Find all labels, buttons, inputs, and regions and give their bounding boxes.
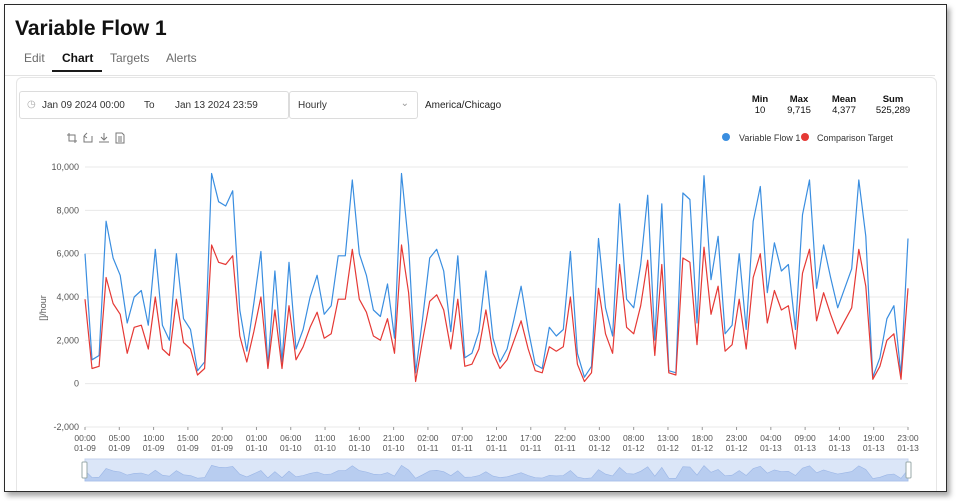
y-tick-label: 0 [74, 379, 79, 389]
download-icon[interactable] [99, 133, 109, 143]
x-tick-time: 19:00 [863, 433, 885, 443]
x-tick-date: 01-10 [383, 443, 405, 453]
x-tick-date: 01-12 [589, 443, 611, 453]
x-tick-time: 03:00 [589, 433, 611, 443]
x-tick-date: 01-13 [829, 443, 851, 453]
x-tick-time: 23:00 [726, 433, 748, 443]
app-window: Variable Flow 1 Edit Chart Targets Alert… [4, 4, 947, 492]
x-tick-time: 06:00 [280, 433, 302, 443]
x-tick-time: 09:00 [794, 433, 816, 443]
x-tick-time: 18:00 [692, 433, 714, 443]
x-tick-time: 23:00 [897, 433, 919, 443]
x-tick-date: 01-09 [143, 443, 165, 453]
legend-label-variable-flow-1: Variable Flow 1 [739, 133, 800, 143]
legend-item-comparison-target[interactable]: Comparison Target [801, 133, 893, 143]
x-tick-date: 01-11 [486, 443, 507, 453]
x-tick-time: 15:00 [177, 433, 199, 443]
y-axis-label: []/hour [38, 295, 48, 321]
x-tick-date: 01-09 [177, 443, 199, 453]
x-tick-time: 14:00 [829, 433, 851, 443]
x-tick-date: 01-11 [555, 443, 576, 453]
x-tick-date: 01-12 [623, 443, 645, 453]
y-tick-label: 10,000 [51, 162, 79, 172]
chart-legend: Variable Flow 1 Comparison Target [722, 133, 893, 143]
chart-toolbox [67, 132, 125, 144]
x-axis: 00:0001-0905:0001-0910:0001-0915:0001-09… [74, 427, 919, 453]
x-tick-time: 00:00 [74, 433, 96, 443]
legend-swatch-comparison-target [801, 133, 809, 141]
y-tick-label: -2,000 [53, 422, 79, 432]
x-tick-time: 11:00 [315, 433, 336, 443]
y-tick-label: 4,000 [56, 292, 79, 302]
x-tick-time: 02:00 [417, 433, 439, 443]
x-tick-date: 01-09 [108, 443, 130, 453]
x-tick-date: 01-11 [452, 443, 473, 453]
y-tick-label: 2,000 [56, 335, 79, 345]
x-tick-date: 01-09 [211, 443, 233, 453]
x-tick-date: 01-12 [726, 443, 748, 453]
x-tick-time: 04:00 [760, 433, 782, 443]
legend-label-comparison-target: Comparison Target [817, 133, 893, 143]
x-tick-date: 01-10 [246, 443, 268, 453]
x-tick-time: 10:00 [143, 433, 165, 443]
x-tick-date: 01-13 [897, 443, 919, 453]
x-tick-time: 13:00 [657, 433, 679, 443]
y-tick-label: 8,000 [56, 205, 79, 215]
x-tick-time: 17:00 [520, 433, 542, 443]
y-axis: 10,000 8,000 6,000 4,000 2,000 0 -2,000 [51, 162, 79, 432]
zoom-reset-icon[interactable] [83, 132, 93, 143]
x-tick-date: 01-10 [314, 443, 336, 453]
x-tick-date: 01-09 [74, 443, 96, 453]
x-tick-time: 16:00 [349, 433, 371, 443]
x-tick-date: 01-10 [348, 443, 370, 453]
series-line-variable-flow-1 [84, 172, 909, 378]
zoom-icon[interactable] [67, 133, 77, 143]
x-tick-date: 01-11 [520, 443, 541, 453]
slider-handle-right[interactable] [905, 461, 912, 479]
y-tick-label: 6,000 [56, 249, 79, 259]
chart-series [84, 172, 909, 383]
x-tick-date: 01-11 [417, 443, 438, 453]
x-tick-date: 01-13 [863, 443, 885, 453]
x-tick-date: 01-12 [691, 443, 713, 453]
data-zoom-slider[interactable] [81, 458, 912, 482]
x-tick-time: 20:00 [212, 433, 234, 443]
x-tick-time: 22:00 [554, 433, 576, 443]
x-tick-date: 01-10 [280, 443, 302, 453]
flow-chart: Variable Flow 1 Comparison Target []/hou… [38, 132, 919, 482]
x-tick-time: 21:00 [383, 433, 405, 443]
x-tick-time: 05:00 [109, 433, 131, 443]
x-tick-time: 07:00 [452, 433, 474, 443]
slider-handle-left[interactable] [81, 461, 88, 479]
x-tick-date: 01-13 [760, 443, 782, 453]
x-tick-date: 01-12 [657, 443, 679, 453]
data-view-icon[interactable] [115, 132, 125, 144]
x-tick-time: 08:00 [623, 433, 645, 443]
x-tick-time: 12:00 [486, 433, 508, 443]
x-tick-time: 01:00 [246, 433, 268, 443]
x-tick-date: 01-13 [794, 443, 816, 453]
legend-item-variable-flow-1[interactable]: Variable Flow 1 [722, 133, 800, 143]
legend-swatch-variable-flow-1 [722, 133, 730, 141]
